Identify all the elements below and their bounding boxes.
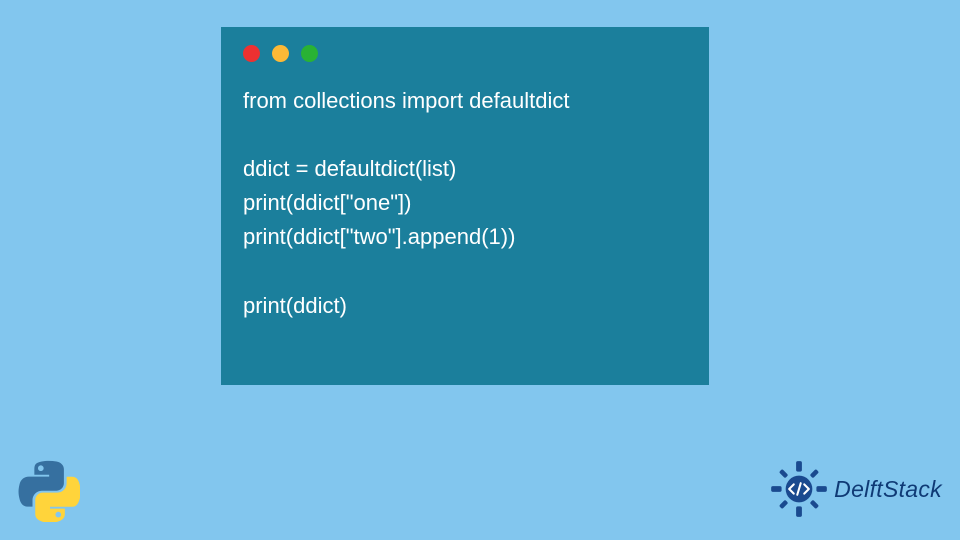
code-line: ddict = defaultdict(list): [243, 156, 456, 181]
brand: DelftStack: [770, 460, 942, 518]
code-line: print(ddict): [243, 293, 347, 318]
python-logo-icon: [18, 460, 80, 522]
close-icon: [243, 45, 260, 62]
minimize-icon: [272, 45, 289, 62]
code-line: from collections import defaultdict: [243, 88, 569, 113]
window-controls: [243, 45, 687, 62]
brand-name: DelftStack: [834, 476, 942, 503]
maximize-icon: [301, 45, 318, 62]
code-window: from collections import defaultdict ddic…: [221, 27, 709, 385]
code-block: from collections import defaultdict ddic…: [243, 84, 687, 323]
code-line: print(ddict["two"].append(1)): [243, 224, 515, 249]
brand-logo-icon: [770, 460, 828, 518]
code-line: print(ddict["one"]): [243, 190, 411, 215]
